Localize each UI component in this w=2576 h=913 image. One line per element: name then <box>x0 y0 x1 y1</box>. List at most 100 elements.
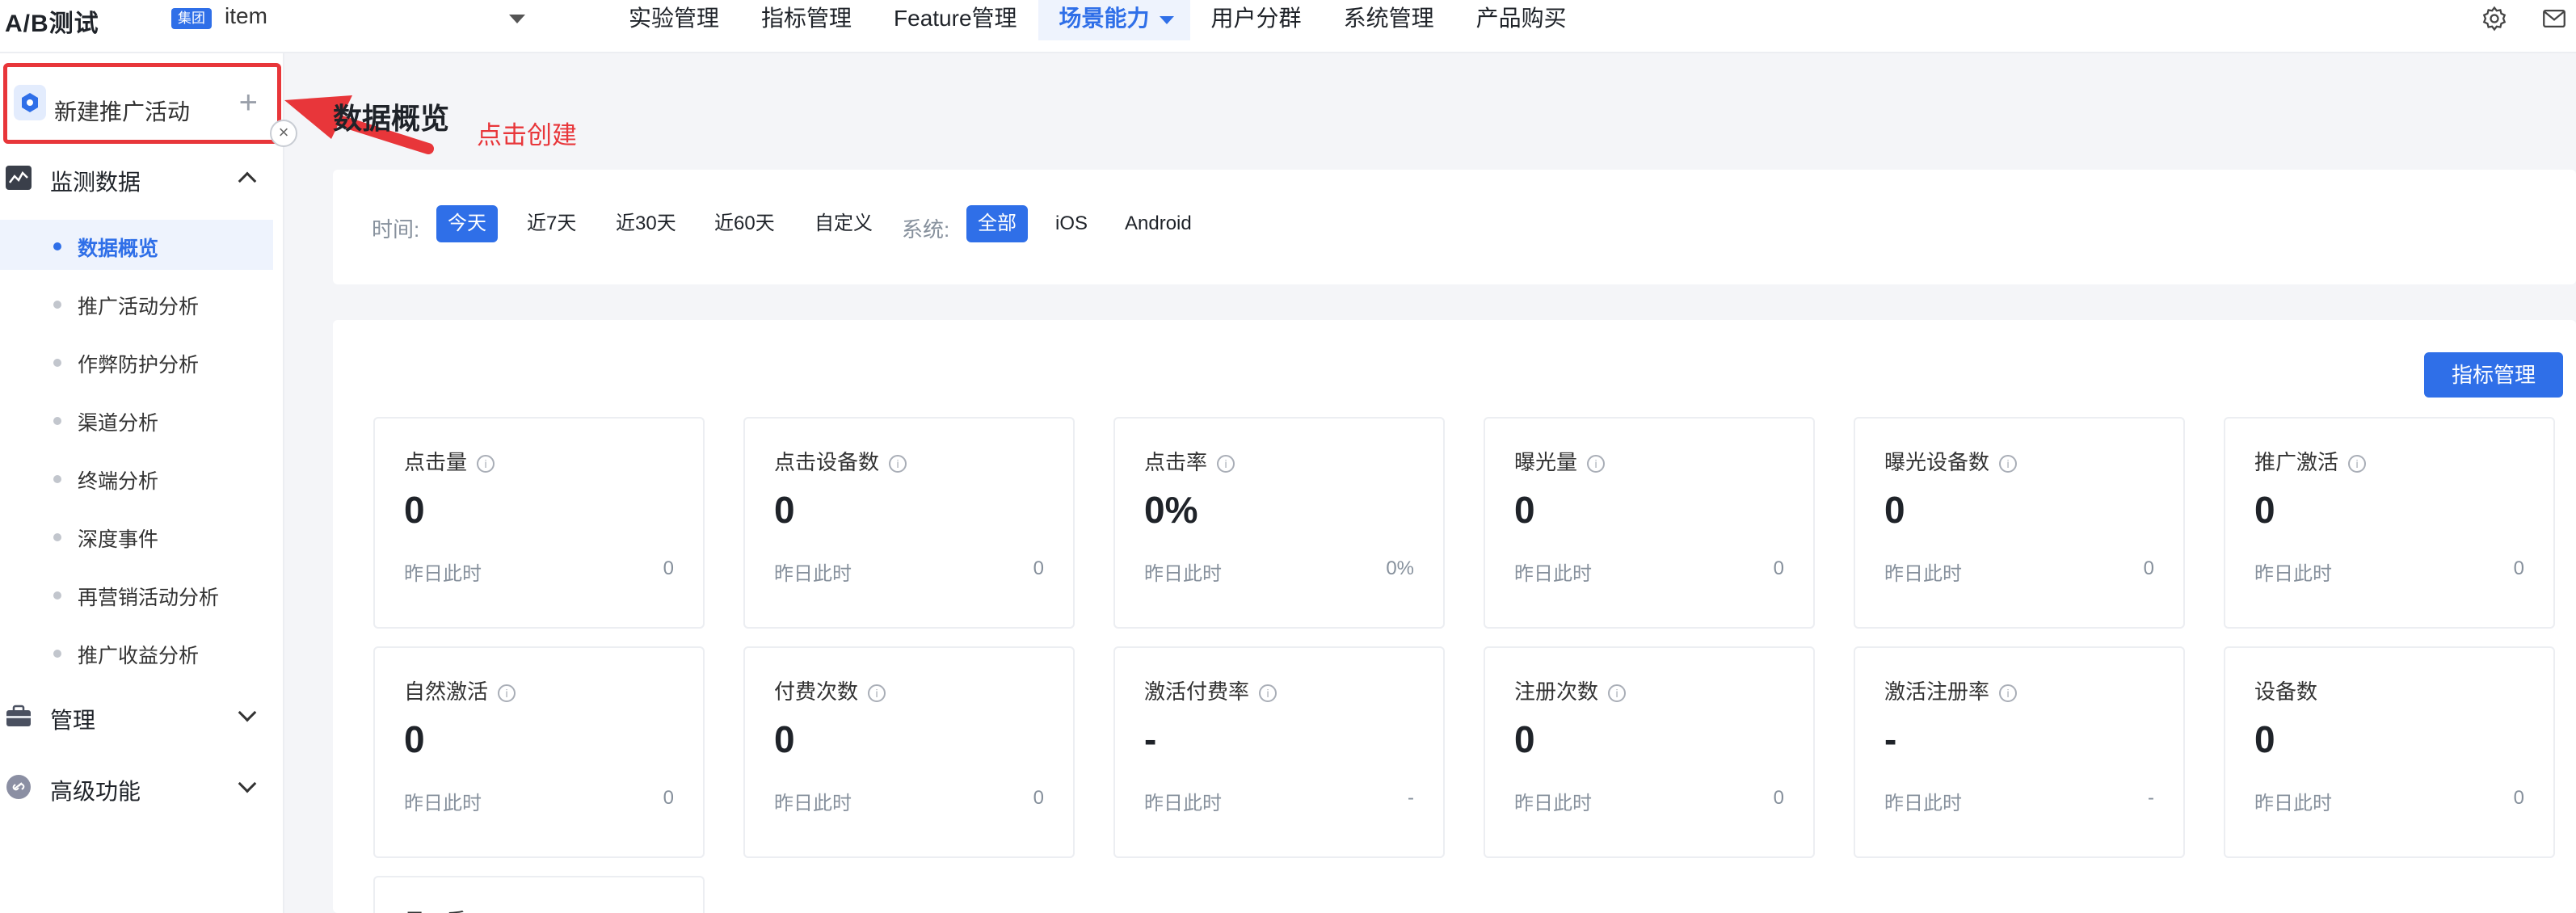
metric-compare-label: 昨日此时 <box>404 563 482 585</box>
sidebar-item-fraud-analysis[interactable]: 作弊防护分析 <box>0 336 273 386</box>
time-option-custom[interactable]: 自定义 <box>803 205 884 242</box>
time-option-7d[interactable]: 近7天 <box>516 205 587 242</box>
page-title: 数据概览 <box>333 102 450 135</box>
metric-compare-value: 0 <box>663 557 674 579</box>
nav-purchase[interactable]: 产品购买 <box>1455 0 1588 40</box>
metric-compare-value: 0 <box>2143 557 2154 579</box>
sidebar-item-label: 作弊防护分析 <box>78 354 200 377</box>
metric-compare-label: 昨日此时 <box>1144 563 1222 585</box>
annotation-text: 点击创建 <box>477 121 577 149</box>
nav-metrics[interactable]: 指标管理 <box>740 0 873 40</box>
metrics-management-button[interactable]: 指标管理 <box>2424 352 2563 398</box>
sidebar-group-management[interactable]: 管理 <box>0 692 284 740</box>
metric-compare-label: 昨日此时 <box>1884 563 1962 585</box>
info-icon[interactable]: i <box>2348 455 2367 473</box>
app-logo[interactable]: A/B测试 <box>5 3 99 39</box>
top-navbar: A/B测试 集团 item 实验管理 指标管理 Feature管理 场景能力 用… <box>0 0 2576 53</box>
metric-name-text: 点击设备数 <box>774 450 880 474</box>
metric-name: 点击设备数 i <box>774 446 907 476</box>
metric-value: 0% <box>1144 489 1198 531</box>
system-option-all[interactable]: 全部 <box>966 205 1028 242</box>
metric-name: 激活付费率 i <box>1144 675 1277 705</box>
metric-compare-label: 昨日此时 <box>774 793 852 814</box>
info-icon[interactable]: i <box>868 684 886 702</box>
bullet-icon <box>53 591 61 600</box>
metric-card: 点击设备数 i 0 昨日此时 0 <box>743 417 1075 629</box>
system-option-ios[interactable]: iOS <box>1044 205 1099 242</box>
metric-value: 0 <box>2254 489 2275 531</box>
metric-compare-value: 0 <box>2513 787 2524 809</box>
metric-value: 0 <box>404 718 425 760</box>
sidebar-item-remarketing[interactable]: 再营销活动分析 <box>0 569 273 619</box>
gear-icon[interactable] <box>2481 5 2508 32</box>
metric-name: 注册次数 i <box>1514 675 1627 705</box>
metric-compare-value: 0 <box>1033 787 1044 809</box>
sidebar-item-activity-analysis[interactable]: 推广活动分析 <box>0 278 273 328</box>
info-icon[interactable]: i <box>1999 684 2018 702</box>
metric-compare-label: 昨日此时 <box>1514 793 1592 814</box>
metric-compare-value: - <box>1408 787 1414 809</box>
nav-experiment[interactable]: 实验管理 <box>608 0 740 40</box>
info-icon[interactable]: i <box>477 455 495 473</box>
time-option-60d[interactable]: 近60天 <box>703 205 786 242</box>
sidebar-group-advanced[interactable]: 高级功能 <box>0 763 284 811</box>
nav-system[interactable]: 系统管理 <box>1323 0 1455 40</box>
sidebar-item-data-overview[interactable]: 数据概览 <box>0 220 273 270</box>
metric-value: 0 <box>774 718 795 760</box>
time-option-30d[interactable]: 近30天 <box>604 205 688 242</box>
metric-card: 付费次数 i 0 昨日此时 0 <box>743 646 1075 858</box>
nav-scenario[interactable]: 场景能力 <box>1038 0 1190 40</box>
sidebar-item-label: 推广收益分析 <box>78 645 200 667</box>
metric-name: 推广激活 i <box>2254 446 2367 476</box>
metric-card: 自然激活 i 0 昨日此时 0 <box>373 646 705 858</box>
sidebar-item-deep-events[interactable]: 深度事件 <box>0 511 273 561</box>
bullet-icon <box>53 650 61 658</box>
new-activity-button[interactable]: 新建推广活动 + <box>3 63 281 144</box>
top-icons <box>2481 5 2568 32</box>
bullet-icon <box>53 359 61 367</box>
metric-name-text: 设备数 <box>2254 679 2318 704</box>
system-option-android[interactable]: Android <box>1113 205 1203 242</box>
metric-compare-label: 昨日此时 <box>774 563 852 585</box>
info-icon[interactable]: i <box>1217 455 1235 473</box>
bullet-icon <box>53 533 61 541</box>
metric-value: 0 <box>774 489 795 531</box>
info-icon[interactable]: i <box>1259 684 1277 702</box>
metric-compare-label: 昨日此时 <box>1514 563 1592 585</box>
app-selector[interactable]: item <box>225 3 525 36</box>
metric-card: 激活注册率 i - 昨日此时 - <box>1854 646 2185 858</box>
metric-card: 推广激活 i 0 昨日此时 0 <box>2224 417 2555 629</box>
metric-name-text: 曝光设备数 <box>1884 450 1990 474</box>
sidebar-item-channel-analysis[interactable]: 渠道分析 <box>0 394 273 444</box>
info-icon[interactable]: i <box>1587 455 1606 473</box>
filter-bar: 时间: 今天 近7天 近30天 近60天 自定义 系统: 全部 iOS Andr… <box>333 170 2576 284</box>
metric-compare-value: 0% <box>1386 557 1414 579</box>
metric-name-text: 激活注册率 <box>1884 679 1990 704</box>
sidebar-group-monitoring[interactable]: 监测数据 <box>0 154 284 202</box>
sidebar-item-revenue-analysis[interactable]: 推广收益分析 <box>0 627 273 677</box>
bullet-icon <box>53 475 61 483</box>
metric-compare-label: 昨日此时 <box>2254 563 2332 585</box>
new-activity-label: 新建推广活动 <box>54 99 191 124</box>
sidebar-item-label: 终端分析 <box>78 470 159 493</box>
info-icon[interactable]: i <box>1608 684 1627 702</box>
metric-card: 注册次数 i 0 昨日此时 0 <box>1484 646 1815 858</box>
metric-compare-label: 昨日此时 <box>404 793 482 814</box>
nav-feature[interactable]: Feature管理 <box>873 0 1038 40</box>
time-option-today[interactable]: 今天 <box>436 205 498 242</box>
sidebar: 新建推广活动 + × 监测数据 数据概览 推广活动分析 作弊防护分析 渠道分析 … <box>0 53 297 913</box>
sidebar-item-terminal-analysis[interactable]: 终端分析 <box>0 452 273 503</box>
mail-icon[interactable] <box>2540 5 2568 32</box>
caret-down-icon <box>1159 16 1174 24</box>
info-icon[interactable]: i <box>889 455 907 473</box>
chevron-up-icon <box>238 171 257 191</box>
sidebar-group-label: 高级功能 <box>50 779 141 804</box>
activity-icon <box>14 85 46 120</box>
info-icon[interactable]: i <box>1999 455 2018 473</box>
nav-user-segments[interactable]: 用户分群 <box>1190 0 1323 40</box>
bullet-icon <box>53 301 61 309</box>
metric-name-text: 点击率 <box>1144 450 1208 474</box>
info-icon[interactable]: i <box>498 684 516 702</box>
metric-compare-value: - <box>2148 787 2154 809</box>
sidebar-item-label: 渠道分析 <box>78 412 159 435</box>
